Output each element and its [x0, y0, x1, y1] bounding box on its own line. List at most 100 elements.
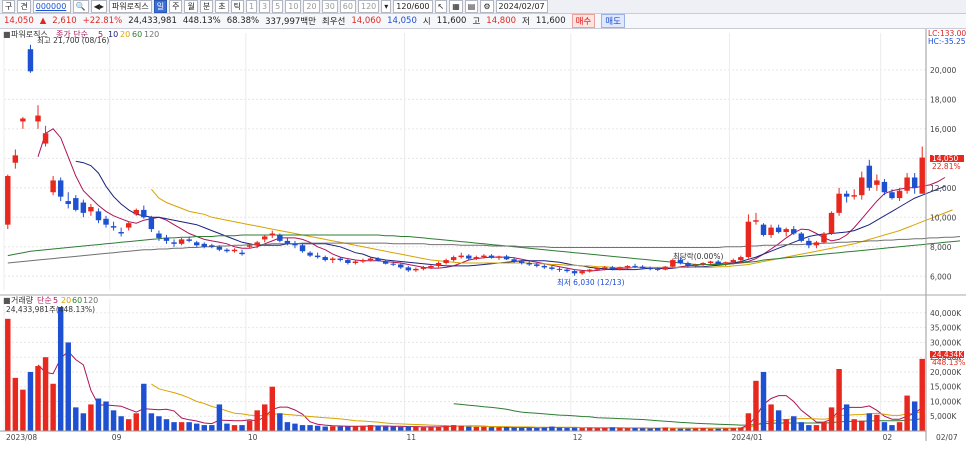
- volume-bar: [443, 425, 449, 431]
- candle-body: [20, 118, 26, 122]
- interval-120[interactable]: 120: [357, 0, 380, 13]
- period-minute-button[interactable]: 분: [199, 0, 214, 13]
- candle-body: [178, 239, 185, 244]
- interval-60[interactable]: 60: [339, 0, 356, 13]
- candle-body: [639, 266, 646, 269]
- volume-bar: [390, 426, 396, 431]
- interval-3[interactable]: 3: [259, 0, 271, 13]
- candle-body: [534, 264, 540, 266]
- settings-icon[interactable]: ⚙: [480, 0, 494, 13]
- stock-code-input[interactable]: 000000: [32, 0, 71, 13]
- volume-bar: [322, 426, 328, 431]
- layout-icon[interactable]: ▤: [464, 0, 479, 13]
- volume-bar: [866, 413, 873, 431]
- toolbar-btn-0[interactable]: 구: [2, 0, 16, 13]
- volume-bar: [609, 427, 616, 431]
- candle-body: [911, 177, 918, 188]
- interval-20[interactable]: 20: [303, 0, 320, 13]
- volume-bar: [269, 386, 276, 431]
- volume-bar: [171, 422, 177, 431]
- open-value: 11,600: [436, 16, 467, 26]
- candle-body: [292, 243, 298, 246]
- count-field[interactable]: 120/600: [393, 0, 433, 13]
- period-week-button[interactable]: 주: [169, 0, 183, 13]
- candle-body: [435, 262, 442, 266]
- volume-bar: [375, 425, 381, 431]
- price-tick-label: 20,000: [930, 66, 956, 75]
- volume-legend-p20: 20: [61, 296, 71, 305]
- cursor-icon[interactable]: ↖: [434, 0, 448, 13]
- price-tick-label: 12,000: [930, 184, 956, 193]
- candle-body: [330, 258, 336, 261]
- candle-body: [352, 261, 359, 263]
- candle-body: [148, 217, 155, 230]
- candle-body: [919, 157, 925, 194]
- volume-bar: [231, 425, 238, 431]
- volume-bar: [209, 425, 215, 431]
- volume-legend-indicator: 단순: [37, 295, 52, 305]
- sell-button[interactable]: 매도: [601, 14, 625, 28]
- volume-bar: [541, 427, 548, 431]
- candle-body: [700, 262, 706, 265]
- period-day-button[interactable]: 일: [153, 0, 168, 13]
- candle-body: [103, 218, 109, 225]
- grid-icon[interactable]: ▦: [449, 0, 463, 13]
- candle-body: [186, 239, 192, 241]
- stock-chart[interactable]: 20,00018,00016,00014,00012,00010,0008,00…: [0, 29, 966, 451]
- candle-body: [579, 271, 585, 274]
- speaker-icon[interactable]: ◀▸: [90, 0, 107, 13]
- volume-bar: [216, 404, 223, 431]
- volume-legend-p60: 60: [72, 296, 82, 305]
- price-legend-p20: 20: [120, 30, 130, 39]
- candle-body: [88, 206, 94, 212]
- volume-bar: [511, 427, 517, 431]
- candle-body: [382, 261, 389, 264]
- volume-bar: [246, 420, 253, 431]
- interval-30[interactable]: 30: [321, 0, 338, 13]
- candle-body: [458, 255, 464, 258]
- x-tick-label: 12: [573, 433, 583, 442]
- candle-body: [307, 252, 313, 256]
- buy-button[interactable]: 매수: [571, 14, 596, 28]
- volume-bar: [35, 366, 41, 431]
- candle-body: [730, 260, 737, 263]
- x-tick-label: 11: [407, 433, 417, 442]
- candle-body: [874, 180, 880, 185]
- toolbar-btn-1[interactable]: 견: [17, 0, 31, 13]
- interval-5[interactable]: 5: [272, 0, 284, 13]
- date-field[interactable]: 2024/02/07: [495, 0, 548, 13]
- volume-bar: [57, 307, 64, 431]
- volume-bar: [382, 426, 389, 431]
- volume-bar: [345, 426, 351, 431]
- search-icon[interactable]: 🔍: [72, 0, 89, 13]
- period-tick-button[interactable]: 틱: [230, 0, 244, 13]
- candle-body: [549, 267, 555, 269]
- volume-bar: [783, 419, 789, 431]
- volume-legend-name: 거래량: [11, 295, 34, 305]
- volume-bar: [458, 425, 464, 431]
- candle-body: [367, 258, 374, 261]
- candle-body: [571, 271, 578, 274]
- x-tick-label: 10: [248, 433, 258, 442]
- period-month-button[interactable]: 월: [184, 0, 198, 13]
- x-tick-label: 2024/01: [732, 433, 763, 442]
- candle-body: [231, 249, 238, 252]
- candle-body: [269, 233, 276, 235]
- price-legend-p60: 60: [132, 30, 142, 39]
- dropdown-icon[interactable]: ▾: [381, 0, 392, 13]
- interval-10[interactable]: 10: [285, 0, 302, 13]
- price-tick-label: 6,000: [930, 272, 952, 281]
- period-second-button[interactable]: 초: [215, 0, 229, 13]
- volume-bar: [896, 422, 903, 431]
- candle-body: [224, 249, 230, 252]
- candle-body: [209, 245, 215, 247]
- volume-bar: [337, 426, 344, 431]
- candle-body: [806, 240, 812, 246]
- stock-name-field[interactable]: 파워로직스: [108, 0, 152, 13]
- volume-bar: [163, 419, 170, 431]
- price-tick-label: 8,000: [930, 243, 952, 252]
- last-price-pct: 22.81%: [932, 162, 961, 171]
- candle-body: [836, 193, 842, 213]
- interval-1[interactable]: 1: [245, 0, 258, 13]
- candle-body: [12, 155, 19, 163]
